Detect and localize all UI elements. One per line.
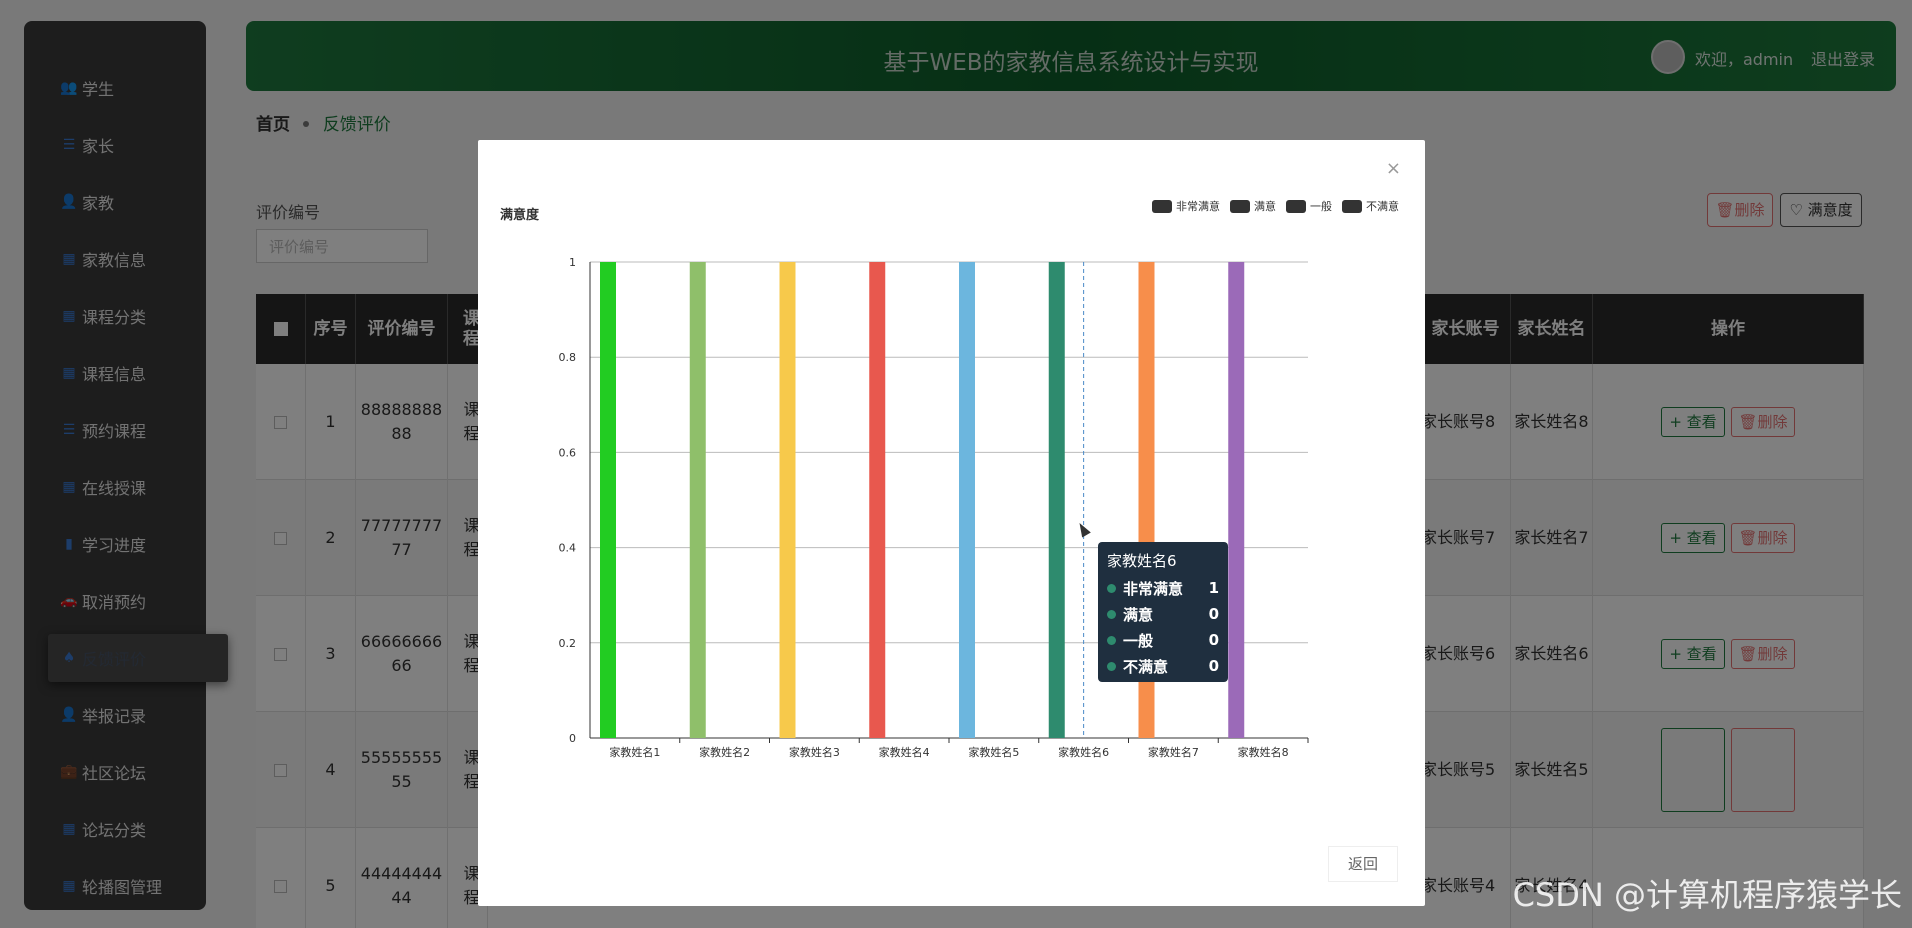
tooltip-value: 0 — [1208, 631, 1219, 649]
bar — [1228, 262, 1245, 738]
tooltip-marker — [1107, 583, 1116, 593]
x-tick-label: 家教姓名7 — [1148, 745, 1199, 759]
tooltip-series: 非常满意 — [1123, 579, 1184, 598]
tooltip-marker — [1107, 635, 1116, 645]
tooltip-row: 一般 0 — [1107, 627, 1219, 653]
x-tick-label: 家教姓名4 — [879, 745, 930, 759]
tooltip-row: 满意 0 — [1107, 601, 1219, 627]
tooltip-marker — [1107, 609, 1116, 619]
tooltip-value: 0 — [1208, 657, 1219, 675]
tooltip-row: 不满意 0 — [1107, 653, 1219, 679]
x-tick-label: 家教姓名8 — [1238, 745, 1289, 759]
y-tick-label: 0.6 — [559, 446, 577, 459]
tooltip-row: 非常满意 1 — [1107, 575, 1219, 601]
tooltip-value: 1 — [1208, 579, 1219, 597]
bar — [959, 262, 975, 738]
x-tick-label: 家教姓名3 — [789, 745, 840, 759]
bar — [689, 262, 706, 738]
y-tick-label: 0.8 — [559, 351, 577, 364]
x-tick-label: 家教姓名2 — [699, 745, 750, 759]
y-tick-label: 0.2 — [559, 637, 577, 650]
x-tick-label: 家教姓名6 — [1058, 745, 1109, 759]
y-tick-label: 1 — [569, 256, 576, 269]
back-button[interactable]: 返回 — [1328, 846, 1398, 882]
tooltip-marker — [1107, 661, 1116, 671]
tooltip-title: 家教姓名6 — [1107, 552, 1177, 570]
tooltip-series: 满意 — [1123, 605, 1154, 624]
y-tick-label: 0 — [569, 732, 576, 745]
x-tick-label: 家教姓名5 — [968, 745, 1019, 759]
chart-tooltip: 家教姓名6 非常满意 1 满意 0 一般 0 不满意 0 — [1098, 542, 1228, 682]
tooltip-value: 0 — [1208, 605, 1219, 623]
bar — [869, 262, 886, 738]
x-tick-label: 家教姓名1 — [609, 745, 660, 759]
bar — [600, 262, 616, 738]
bar — [779, 262, 796, 738]
satisfaction-chart: 0 0.2 0.4 0.6 0.8 1 家教姓名1 家教姓名2 家教姓名3 家教姓名4 家教姓名5 家… — [559, 256, 1309, 759]
tooltip-series: 不满意 — [1123, 657, 1169, 676]
y-tick-label: 0.4 — [559, 542, 577, 555]
bar — [1048, 262, 1065, 738]
watermark: CSDN @计算机程序猿学长 — [1512, 876, 1902, 914]
satisfaction-modal: × 满意度 非常满意 满意 一般 不满意 0 0.2 0.4 0.6 0.8 1 家教姓名1 家教姓… — [478, 140, 1425, 906]
tooltip-series: 一般 — [1123, 631, 1154, 650]
